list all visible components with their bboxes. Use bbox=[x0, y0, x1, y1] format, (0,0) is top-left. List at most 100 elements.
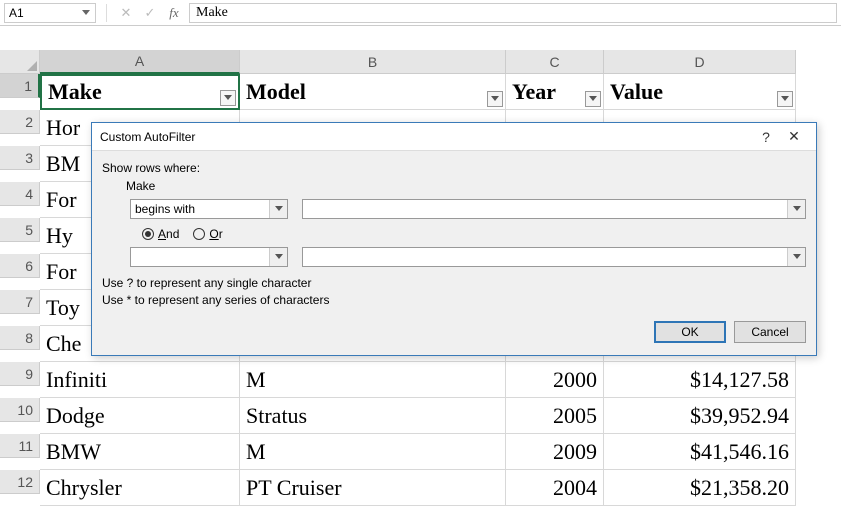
row-header[interactable]: 12 bbox=[0, 470, 40, 494]
chevron-down-icon[interactable] bbox=[269, 248, 287, 266]
cancel-label: Cancel bbox=[751, 325, 788, 339]
condition2-combo[interactable] bbox=[130, 247, 288, 267]
filter-button-make[interactable] bbox=[220, 90, 236, 106]
cell[interactable]: $41,546.16 bbox=[604, 434, 796, 470]
cell[interactable]: $14,127.58 bbox=[604, 362, 796, 398]
row-header-1[interactable]: 1 bbox=[0, 74, 40, 98]
dialog-footer: OK Cancel bbox=[92, 313, 816, 355]
enter-icon: ✓ bbox=[141, 4, 159, 22]
header-value: Value bbox=[610, 79, 663, 105]
cell-text: 2000 bbox=[553, 367, 597, 393]
chevron-down-icon[interactable] bbox=[787, 248, 805, 266]
hint2: Use * to represent any series of charact… bbox=[102, 292, 806, 309]
cell[interactable]: 2005 bbox=[506, 398, 604, 434]
fx-icon[interactable]: fx bbox=[165, 4, 183, 22]
and-label: And bbox=[158, 227, 179, 241]
cell-text: Stratus bbox=[246, 403, 307, 429]
cell-text: Chrysler bbox=[46, 475, 122, 501]
dialog-title: Custom AutoFilter bbox=[100, 130, 752, 144]
cell[interactable]: M bbox=[240, 362, 506, 398]
cell[interactable]: 2000 bbox=[506, 362, 604, 398]
row-header[interactable]: 11 bbox=[0, 434, 40, 458]
chevron-down-icon[interactable] bbox=[269, 200, 287, 218]
cell-B1[interactable]: Model bbox=[240, 74, 506, 110]
formula-input[interactable]: Make bbox=[189, 3, 837, 23]
row-header[interactable]: 9 bbox=[0, 362, 40, 386]
column-header-C[interactable]: C bbox=[506, 50, 604, 74]
cell-text: Infiniti bbox=[46, 367, 107, 393]
cell-A1[interactable]: Make bbox=[40, 74, 240, 110]
cancel-icon: ✕ bbox=[117, 4, 135, 22]
value2-combo[interactable] bbox=[302, 247, 806, 267]
cell-text: PT Cruiser bbox=[246, 475, 342, 501]
value1-combo[interactable] bbox=[302, 199, 806, 219]
row-header[interactable]: 3 bbox=[0, 146, 40, 170]
row-header[interactable]: 8 bbox=[0, 326, 40, 350]
cell-text: Hy bbox=[46, 223, 73, 249]
cell-text: $41,546.16 bbox=[690, 439, 789, 465]
row-header[interactable]: 7 bbox=[0, 290, 40, 314]
close-button[interactable]: ✕ bbox=[780, 127, 808, 147]
filter-button-year[interactable] bbox=[585, 91, 601, 107]
radio-dot-icon bbox=[145, 231, 151, 237]
row-header[interactable]: 4 bbox=[0, 182, 40, 206]
blank-strip bbox=[0, 26, 841, 50]
ok-button[interactable]: OK bbox=[654, 321, 726, 343]
cancel-button[interactable]: Cancel bbox=[734, 321, 806, 343]
column-header-D[interactable]: D bbox=[604, 50, 796, 74]
row-header[interactable]: 10 bbox=[0, 398, 40, 422]
chevron-down-icon[interactable] bbox=[787, 200, 805, 218]
chevron-down-icon[interactable] bbox=[79, 6, 93, 20]
help-button[interactable]: ? bbox=[752, 127, 780, 147]
condition-row-2 bbox=[130, 247, 806, 267]
cell[interactable]: $39,952.94 bbox=[604, 398, 796, 434]
column-header-A[interactable]: A bbox=[40, 50, 240, 74]
header-make: Make bbox=[48, 79, 102, 105]
cell-C1[interactable]: Year bbox=[506, 74, 604, 110]
name-box[interactable]: A1 bbox=[4, 3, 96, 23]
radio-icon bbox=[193, 228, 205, 240]
cell-text: M bbox=[246, 367, 266, 393]
cell-text: 2009 bbox=[553, 439, 597, 465]
condition1-combo[interactable]: begins with bbox=[130, 199, 288, 219]
cell[interactable]: BMW bbox=[40, 434, 240, 470]
cell[interactable]: Infiniti bbox=[40, 362, 240, 398]
cell-text: $21,358.20 bbox=[690, 475, 789, 501]
or-radio[interactable]: Or bbox=[193, 227, 222, 241]
condition1-value: begins with bbox=[135, 202, 195, 216]
dialog-titlebar[interactable]: Custom AutoFilter ? ✕ bbox=[92, 123, 816, 151]
cell-text: 2004 bbox=[553, 475, 597, 501]
cell-text: M bbox=[246, 439, 266, 465]
dialog-body: Show rows where: Make begins with And Or bbox=[92, 151, 816, 313]
cell-text: Hor bbox=[46, 115, 80, 141]
cell[interactable]: Dodge bbox=[40, 398, 240, 434]
radio-icon bbox=[142, 228, 154, 240]
select-all-corner[interactable] bbox=[0, 50, 40, 74]
cell-text: For bbox=[46, 187, 77, 213]
show-rows-where-label: Show rows where: bbox=[102, 161, 806, 175]
and-radio[interactable]: And bbox=[142, 227, 179, 241]
hint1: Use ? to represent any single character bbox=[102, 275, 806, 292]
formula-value: Make bbox=[196, 5, 228, 21]
row-header[interactable]: 5 bbox=[0, 218, 40, 242]
cell-D1[interactable]: Value bbox=[604, 74, 796, 110]
filter-button-model[interactable] bbox=[487, 91, 503, 107]
cell[interactable]: M bbox=[240, 434, 506, 470]
cell-text: BM bbox=[46, 151, 80, 177]
hint-text: Use ? to represent any single character … bbox=[102, 275, 806, 309]
cell-text: For bbox=[46, 259, 77, 285]
filter-button-value[interactable] bbox=[777, 91, 793, 107]
condition-row-1: begins with bbox=[130, 199, 806, 219]
row-header[interactable]: 2 bbox=[0, 110, 40, 134]
cell-text: BMW bbox=[46, 439, 101, 465]
cell[interactable]: Stratus bbox=[240, 398, 506, 434]
row-header[interactable]: 6 bbox=[0, 254, 40, 278]
or-label: Or bbox=[209, 227, 222, 241]
close-icon: ✕ bbox=[788, 128, 800, 145]
cell-text: $39,952.94 bbox=[690, 403, 789, 429]
cell-text: Dodge bbox=[46, 403, 105, 429]
column-header-B[interactable]: B bbox=[240, 50, 506, 74]
cell[interactable]: 2009 bbox=[506, 434, 604, 470]
field-name-label: Make bbox=[126, 179, 806, 193]
logic-radio-row: And Or bbox=[142, 227, 806, 241]
